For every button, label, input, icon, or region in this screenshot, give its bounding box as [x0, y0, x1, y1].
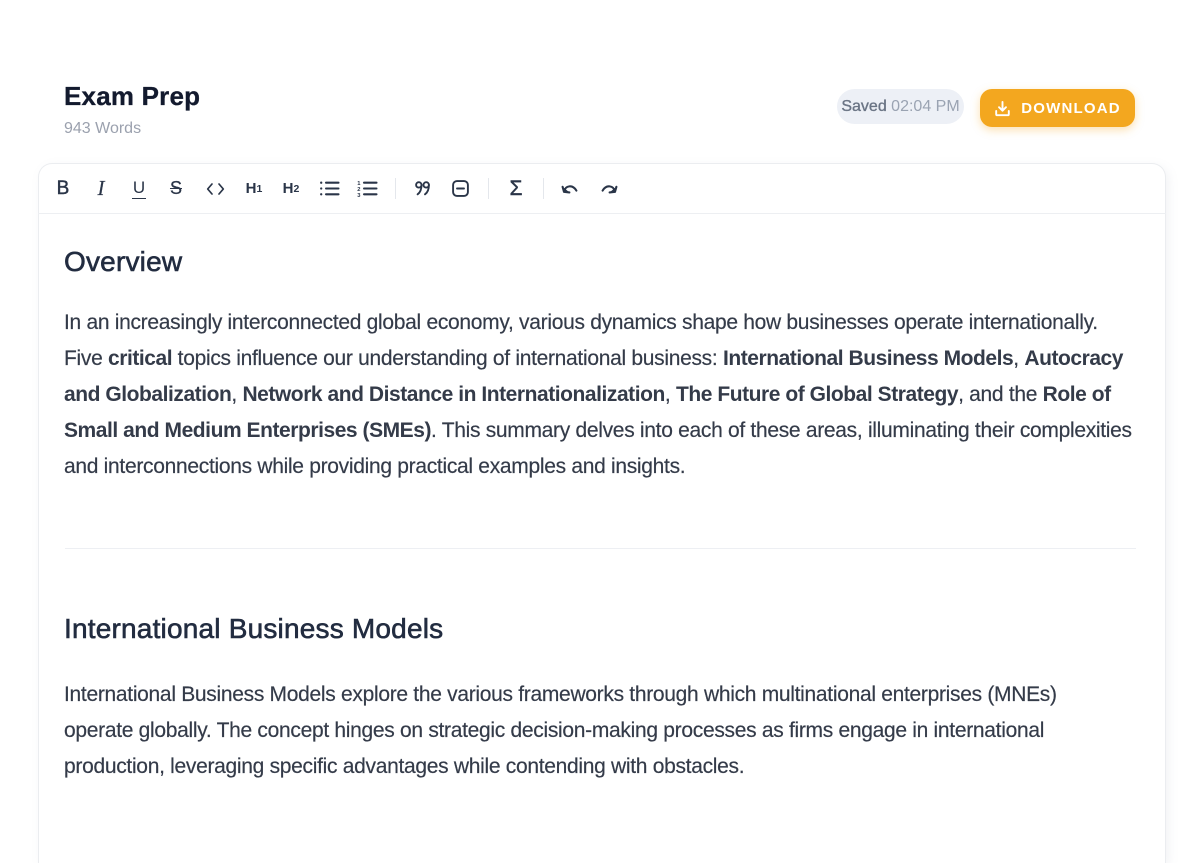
svg-text:3: 3 [357, 193, 361, 197]
